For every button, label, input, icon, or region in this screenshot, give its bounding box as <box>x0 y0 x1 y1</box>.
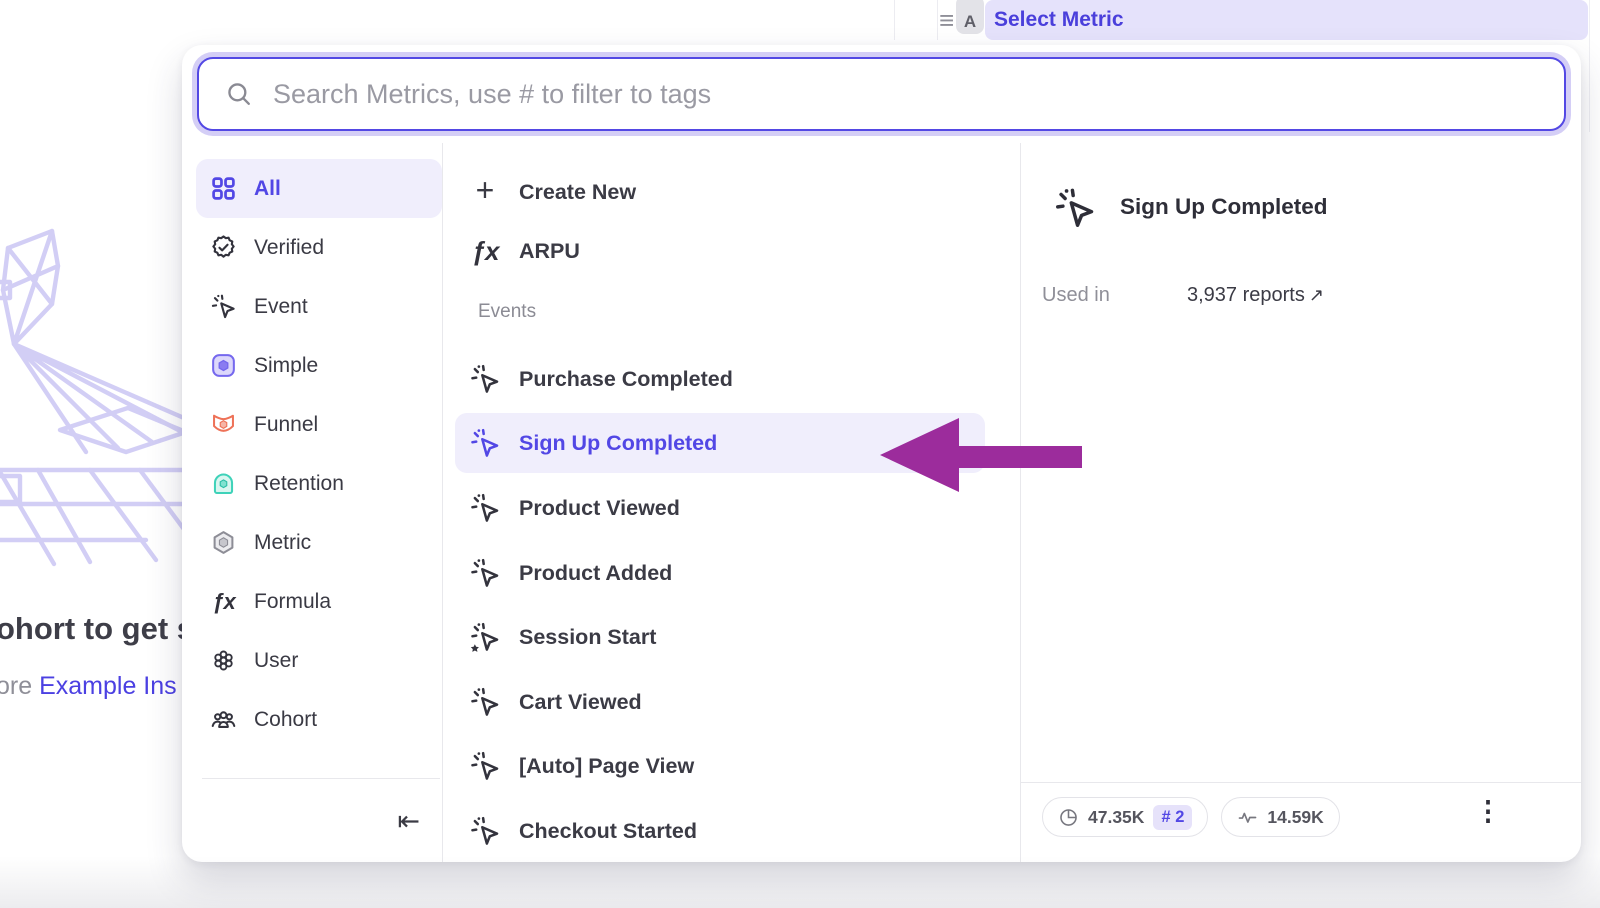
example-insights-link[interactable]: Example Ins <box>39 672 177 700</box>
background-illustration <box>0 222 194 652</box>
events-section-header: Events <box>478 301 536 323</box>
sidebar-item-retention[interactable]: Retention <box>196 454 442 513</box>
sidebar-item-label: Funnel <box>254 413 318 437</box>
sidebar-item-funnel[interactable]: Funnel <box>196 395 442 454</box>
pie-chart-icon <box>1058 807 1079 828</box>
sidebar-item-user[interactable]: User <box>196 631 442 690</box>
metric-hexagon-icon <box>210 529 237 556</box>
background-link-prefix: ore <box>0 672 39 700</box>
used-in-label: Used in <box>1042 284 1110 307</box>
sidebar-item-formula[interactable]: ƒx Formula <box>196 572 442 631</box>
event-cursor-icon <box>210 293 237 320</box>
details-title: Sign Up Completed <box>1120 194 1328 220</box>
metric-row-badge: A <box>956 0 984 34</box>
rank-badge: # 2 <box>1153 805 1192 830</box>
used-in-reports-link[interactable]: 3,937 reports↗ <box>1187 284 1324 307</box>
stat-value: 14.59K <box>1267 807 1323 828</box>
event-cursor-icon <box>468 426 502 460</box>
sidebar-item-verified[interactable]: Verified <box>196 218 442 277</box>
funnel-icon <box>210 411 237 438</box>
event-cursor-icon <box>1053 186 1097 230</box>
event-cursor-icon <box>468 685 502 719</box>
filter-sidebar: All Verified Event Simple Funnel Retenti… <box>196 159 442 749</box>
list-item-checkout-started[interactable]: Checkout Started <box>455 801 985 861</box>
page-bottom-shadow <box>0 856 1600 908</box>
used-in-value: 3,937 reports <box>1187 284 1305 306</box>
select-metric-button[interactable]: Select Metric <box>985 0 1588 40</box>
list-item-label: Cart Viewed <box>519 690 642 715</box>
sidebar-item-metric[interactable]: Metric <box>196 513 442 572</box>
sidebar-item-label: Cohort <box>254 708 317 732</box>
volume-stat-pill[interactable]: 47.35K # 2 <box>1042 797 1208 837</box>
sidebar-item-event[interactable]: Event <box>196 277 442 336</box>
background-subline: ore Example Ins <box>0 672 177 701</box>
list-item-label: ARPU <box>519 239 580 264</box>
stat-value: 47.35K <box>1088 807 1144 828</box>
list-item-label: Session Start <box>519 625 656 650</box>
sidebar-item-label: Formula <box>254 590 331 614</box>
stat-pills: 47.35K # 2 14.59K <box>1042 797 1340 837</box>
sidebar-item-label: Retention <box>254 472 344 496</box>
list-item-session-start[interactable]: Session Start <box>455 607 985 667</box>
event-cursor-icon <box>468 749 502 783</box>
list-item-label: Checkout Started <box>519 819 697 844</box>
sidebar-item-simple[interactable]: Simple <box>196 336 442 395</box>
create-new-label: Create New <box>519 180 636 205</box>
panel-edge <box>1589 0 1590 132</box>
background-headline: ohort to get s <box>0 611 194 647</box>
event-cursor-icon <box>468 556 502 590</box>
sidebar-item-label: All <box>254 177 281 201</box>
formula-fx-icon: ƒx <box>210 588 237 615</box>
sidebar-item-label: Verified <box>254 236 324 260</box>
list-item-label: [Auto] Page View <box>519 754 694 779</box>
list-item-arpu[interactable]: ƒx ARPU <box>455 221 985 281</box>
more-options-button[interactable]: ⋮ <box>1468 791 1508 831</box>
sidebar-item-label: User <box>254 649 298 673</box>
list-item-purchase-completed[interactable]: Purchase Completed <box>455 349 985 409</box>
list-item-label: Product Viewed <box>519 496 680 521</box>
sidebar-item-cohort[interactable]: Cohort <box>196 690 442 749</box>
simple-icon <box>210 352 237 379</box>
user-cluster-icon <box>210 647 237 674</box>
collapse-sidebar-button[interactable]: ⇤ <box>374 803 420 839</box>
retention-icon <box>210 470 237 497</box>
event-cursor-icon <box>468 814 502 848</box>
sidebar-footer-divider <box>202 778 440 779</box>
verified-badge-icon <box>210 234 237 261</box>
activity-pulse-icon <box>1237 807 1258 828</box>
activity-stat-pill[interactable]: 14.59K <box>1221 797 1339 837</box>
formula-fx-icon: ƒx <box>468 234 502 268</box>
event-star-cursor-icon <box>468 620 502 654</box>
create-new-button[interactable]: + Create New <box>455 162 985 222</box>
list-item-product-added[interactable]: Product Added <box>455 543 985 603</box>
event-cursor-icon <box>468 362 502 396</box>
list-item-cart-viewed[interactable]: Cart Viewed <box>455 672 985 732</box>
list-item-auto-page-view[interactable]: [Auto] Page View <box>455 736 985 796</box>
details-footer-divider <box>1020 782 1581 783</box>
drag-handle-icon[interactable]: ≡ <box>939 0 954 40</box>
sidebar-item-all[interactable]: All <box>196 159 442 218</box>
sidebar-item-label: Metric <box>254 531 311 555</box>
select-metric-label: Select Metric <box>994 8 1124 32</box>
plus-icon: + <box>468 175 502 209</box>
list-item-label: Product Added <box>519 561 672 586</box>
panel-divider <box>937 0 938 40</box>
annotation-arrow <box>876 412 1084 494</box>
sidebar-item-label: Simple <box>254 354 318 378</box>
panel-divider <box>894 0 895 40</box>
cohort-people-icon <box>210 706 237 733</box>
grid-icon <box>210 175 237 202</box>
list-item-label: Purchase Completed <box>519 367 733 392</box>
sidebar-item-label: Event <box>254 295 308 319</box>
query-builder-header: ≡ A Select Metric <box>0 0 1600 45</box>
search-icon <box>225 80 253 108</box>
list-item-label: Sign Up Completed <box>519 431 717 456</box>
metric-details-panel: Sign Up Completed Used in 3,937 reports↗… <box>1020 45 1581 862</box>
screen: ohort to get s ore Example Ins ≡ A Selec… <box>0 0 1600 908</box>
north-east-arrow-icon: ↗ <box>1309 285 1324 305</box>
event-cursor-icon <box>468 491 502 525</box>
